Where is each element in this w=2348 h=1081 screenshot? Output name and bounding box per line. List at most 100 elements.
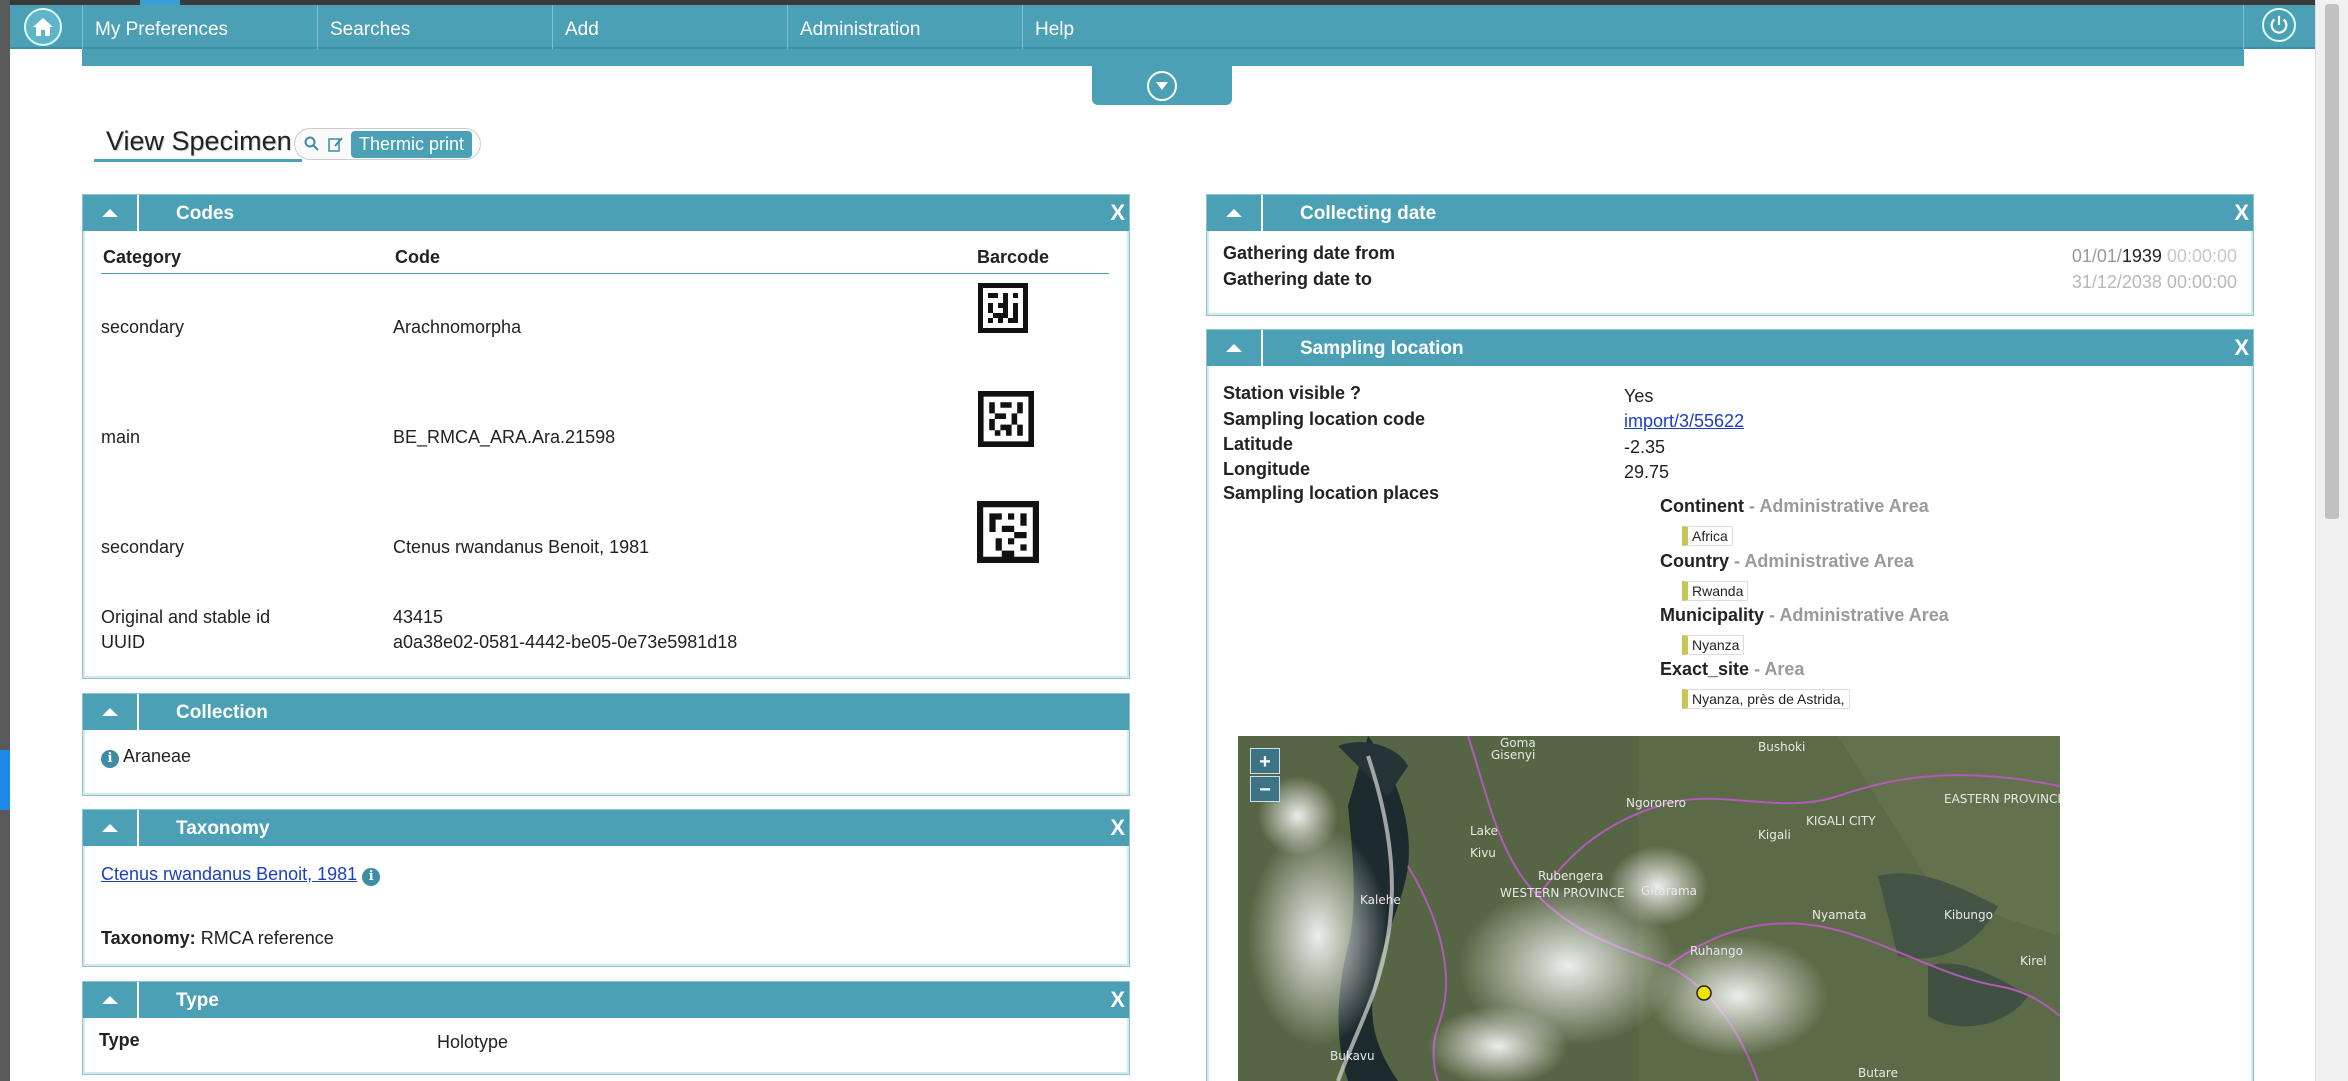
longitude-value: 29.75	[1624, 462, 1670, 482]
codes-header: Codes	[176, 203, 235, 224]
thermic-print-button[interactable]: Thermic print	[351, 130, 473, 158]
collection-header: Collection	[176, 702, 268, 723]
gathering-from-label: Gathering date from	[1223, 243, 1396, 263]
chevron-up-icon[interactable]	[83, 195, 139, 231]
chevron-down-icon	[1147, 70, 1177, 101]
places-label: Sampling location places	[1223, 483, 1440, 503]
codes-panel: Codes X Category Code Barcode secondary …	[82, 194, 1130, 679]
page-title: View Specimen	[94, 124, 302, 162]
collecting-date-panel: Collecting date X Gathering date from Ga…	[1206, 194, 2254, 316]
uuid-value: a0a38e02-0581-4442-be05-0e73e5981d18	[393, 632, 738, 652]
col-code: Code	[395, 247, 440, 267]
type-header: Type	[176, 990, 219, 1011]
power-icon[interactable]	[2262, 8, 2296, 42]
chevron-up-icon[interactable]	[1207, 195, 1263, 231]
place-name: Country	[1660, 551, 1729, 571]
zoom-in-button[interactable]: +	[1250, 748, 1280, 774]
close-icon[interactable]: X	[1110, 810, 1125, 846]
chevron-up-icon[interactable]	[83, 982, 139, 1018]
nav-item-help[interactable]: Help	[1022, 5, 1257, 49]
chevron-up-icon[interactable]	[1207, 330, 1263, 366]
map-label: Rubengera	[1538, 869, 1604, 883]
collection-panel: Collection i Araneae	[82, 693, 1130, 796]
map-label: Bukavu	[1330, 1049, 1375, 1063]
barcode-image	[977, 501, 1039, 563]
station-visible-label: Station visible ?	[1223, 383, 1362, 403]
barcode-image	[977, 391, 1035, 447]
place-tag: Nyanza, près de Astrida,	[1682, 689, 1850, 709]
station-visible-value: Yes	[1624, 386, 1654, 406]
place-tag: Africa	[1682, 526, 1733, 546]
map-label: Kivu	[1470, 846, 1496, 860]
map-label: Nyamata	[1812, 908, 1867, 922]
close-icon[interactable]: X	[2234, 330, 2249, 366]
toggle-header-button[interactable]	[1092, 66, 1232, 105]
nav-item-my-preferences[interactable]: My Preferences	[82, 5, 317, 49]
latitude-label: Latitude	[1223, 434, 1293, 454]
map-label: Lake	[1470, 824, 1498, 838]
place-name: Municipality	[1660, 605, 1765, 625]
collecting-date-header: Collecting date	[1300, 203, 1437, 224]
map-label: Gisenyi	[1491, 748, 1536, 762]
map-label: Kigali	[1758, 828, 1791, 842]
map-label: Kibungo	[1944, 908, 1993, 922]
taxon-link[interactable]: Ctenus rwandanus Benoit, 1981	[101, 864, 357, 884]
close-icon[interactable]: X	[1110, 195, 1125, 231]
original-id-value: 43415	[393, 607, 444, 627]
map-label: Gitarama	[1641, 884, 1698, 898]
chevron-up-icon[interactable]	[83, 810, 139, 846]
collection-value: Araneae	[123, 746, 192, 766]
nav-menu: My Preferences Searches Add Administrati…	[82, 5, 1257, 49]
map-label: WESTERN PROVINCE	[1500, 886, 1625, 900]
map-label: Bushoki	[1758, 740, 1806, 754]
table-row-category: secondary	[101, 537, 185, 557]
uuid-label: UUID	[101, 632, 145, 652]
gathering-to-label: Gathering date to	[1223, 269, 1373, 289]
edit-icon[interactable]	[327, 135, 345, 153]
specimen-tools: Thermic print	[294, 128, 482, 160]
table-row-code: Ctenus rwandanus Benoit, 1981	[393, 537, 650, 557]
map-label: Ruhango	[1690, 944, 1743, 958]
gathering-to-value: 31/12/2038 00:00:00	[2071, 272, 2237, 292]
map-label: EASTERN PROVINCE	[1944, 792, 2060, 806]
type-label: Type	[99, 1030, 140, 1050]
nav-item-searches[interactable]: Searches	[317, 5, 552, 49]
original-id-label: Original and stable id	[101, 607, 271, 627]
type-value: Holotype	[437, 1032, 509, 1052]
taxonomy-header: Taxonomy	[176, 818, 270, 839]
place-name: Exact_site	[1660, 659, 1750, 679]
type-panel: Type X Type Holotype	[82, 981, 1130, 1075]
close-icon[interactable]: X	[2234, 195, 2249, 231]
barcode-image	[977, 283, 1029, 333]
place-tag: Rwanda	[1682, 581, 1749, 601]
taxonomy-label: Taxonomy:	[101, 928, 196, 948]
location-code-link[interactable]: import/3/55622	[1624, 411, 1744, 432]
longitude-label: Longitude	[1223, 459, 1310, 479]
page-scrollbar[interactable]	[2315, 0, 2348, 1081]
map-label: Ngororero	[1626, 796, 1687, 810]
nav-item-administration[interactable]: Administration	[787, 5, 1022, 49]
left-window-frame	[0, 0, 10, 1081]
close-icon[interactable]: X	[1110, 982, 1125, 1018]
chevron-up-icon[interactable]	[83, 694, 139, 730]
home-icon[interactable]	[24, 8, 62, 46]
location-map[interactable]: Goma Gisenyi Bushoki Ngororero Lake Kivu…	[1238, 736, 2060, 1081]
taxonomy-value: RMCA reference	[200, 928, 334, 948]
nav-item-add[interactable]: Add	[552, 5, 787, 49]
map-label: Kalehe	[1360, 893, 1401, 907]
map-label: KIGALI CITY	[1806, 814, 1876, 828]
zoom-out-button[interactable]: −	[1250, 776, 1280, 802]
page: My Preferences Searches Add Administrati…	[10, 0, 2315, 1081]
col-category: Category	[103, 247, 182, 267]
place-name: Continent	[1660, 496, 1744, 516]
place-tag: Nyanza	[1682, 635, 1745, 655]
main-nav: My Preferences Searches Add Administrati…	[10, 5, 2315, 49]
info-icon[interactable]: i	[362, 868, 381, 886]
search-icon[interactable]	[303, 135, 321, 153]
table-row-category: secondary	[101, 317, 185, 337]
map-label: Kirel	[2020, 954, 2047, 968]
map-label: Butare	[1858, 1066, 1898, 1080]
info-icon[interactable]: i	[101, 750, 119, 768]
location-code-label: Sampling location code	[1223, 409, 1426, 429]
table-row-code: Arachnomorpha	[393, 317, 522, 337]
